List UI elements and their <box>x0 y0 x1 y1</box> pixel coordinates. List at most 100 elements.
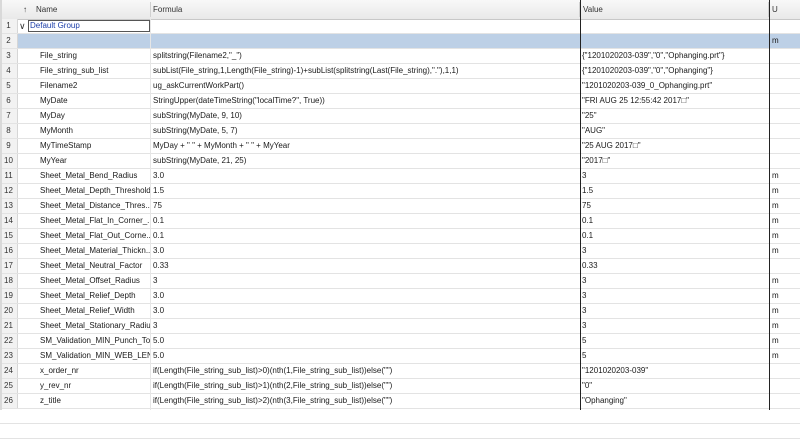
expression-name[interactable]: Sheet_Metal_Offset_Radius <box>40 274 150 289</box>
expression-formula[interactable]: subList(File_string,1,Length(File_string… <box>153 64 579 79</box>
expression-name[interactable]: MyDate <box>40 94 150 109</box>
expression-name[interactable]: File_string <box>40 49 150 64</box>
column-header-value[interactable]: Value <box>583 0 603 19</box>
expression-value: 3 <box>582 246 587 255</box>
expression-name[interactable]: Sheet_Metal_Stationary_Radius <box>40 319 150 334</box>
expression-formula[interactable]: 3.0 <box>153 244 579 259</box>
table-row[interactable]: 19 Sheet_Metal_Relief_Depth 3.0 3 m <box>0 289 800 304</box>
expression-unit <box>772 139 800 154</box>
expression-value: {"1201020203-039","0","Ophanging"} <box>582 66 713 75</box>
expression-name[interactable]: Sheet_Metal_Bend_Radius <box>40 169 150 184</box>
expression-formula[interactable]: 0.1 <box>153 214 579 229</box>
expression-name[interactable]: Sheet_Metal_Flat_Out_Corne... <box>40 229 150 244</box>
table-row[interactable]: 18 Sheet_Metal_Offset_Radius 3 3 m <box>0 274 800 289</box>
expression-formula[interactable]: 3.0 <box>153 304 579 319</box>
table-row[interactable]: 8 MyMonth subString(MyDate, 5, 7) "AUG" <box>0 124 800 139</box>
table-row[interactable]: 7 MyDay subString(MyDate, 9, 10) "25" <box>0 109 800 124</box>
expression-formula[interactable]: 75 <box>153 199 579 214</box>
column-divider[interactable] <box>150 2 151 17</box>
expression-name[interactable]: SM_Validation_MIN_Punch_To... <box>40 334 150 349</box>
expression-formula[interactable]: if(Length(File_string_sub_list)>2)(nth(3… <box>153 394 579 409</box>
table-row[interactable]: 3 File_string splitstring(Filename2,"_") {"… <box>0 49 800 64</box>
expression-value: 3 <box>582 321 587 330</box>
empty-row <box>0 424 800 439</box>
column-header-unit[interactable]: U <box>772 0 778 19</box>
expression-name[interactable]: x_order_nr <box>40 364 150 379</box>
table-row[interactable]: 17 Sheet_Metal_Neutral_Factor 0.33 0.33 <box>0 259 800 274</box>
table-row[interactable]: 15 Sheet_Metal_Flat_Out_Corne... 0.1 0.1 m <box>0 229 800 244</box>
table-row[interactable]: 6 MyDate StringUpper(dateTimeString("local… <box>0 94 800 109</box>
expression-formula[interactable]: if(Length(File_string_sub_list)>0)(nth(1… <box>153 364 579 379</box>
expression-unit: m <box>772 171 779 180</box>
expression-name[interactable]: MyYear <box>40 154 150 169</box>
expression-formula[interactable]: subString(MyDate, 21, 25) <box>153 154 579 169</box>
table-row[interactable]: 13 Sheet_Metal_Distance_Thres... 75 75 m <box>0 199 800 214</box>
expression-name[interactable] <box>40 34 150 49</box>
expression-name[interactable]: Sheet_Metal_Relief_Depth <box>40 289 150 304</box>
expression-name[interactable]: MyMonth <box>40 124 150 139</box>
expression-formula[interactable]: 1.5 <box>153 184 579 199</box>
expression-value: 0.1 <box>582 231 594 240</box>
expression-name[interactable]: SM_Validation_MIN_WEB_LEN... <box>40 349 150 364</box>
table-row[interactable]: 2m <box>0 34 800 49</box>
column-header-formula[interactable]: Formula <box>153 0 182 19</box>
expression-name[interactable]: Sheet_Metal_Distance_Thres... <box>40 199 150 214</box>
expression-name[interactable]: Sheet_Metal_Flat_In_Corner_... <box>40 214 150 229</box>
row-number: 12 <box>0 184 18 198</box>
expression-name[interactable]: z_title <box>40 394 150 409</box>
table-row[interactable]: 21 Sheet_Metal_Stationary_Radius 3 3 m <box>0 319 800 334</box>
sort-ascending-icon[interactable]: ↑ <box>23 0 27 19</box>
expression-formula[interactable]: 0.1 <box>153 229 579 244</box>
expression-unit: m <box>772 291 779 300</box>
row-number: 10 <box>0 154 18 168</box>
table-row[interactable]: 22 SM_Validation_MIN_Punch_To... 5.0 5 m <box>0 334 800 349</box>
table-row[interactable]: 23 SM_Validation_MIN_WEB_LEN... 5.0 5 m <box>0 349 800 364</box>
expression-name[interactable]: MyDay <box>40 109 150 124</box>
expression-formula[interactable]: StringUpper(dateTimeString("localTime?",… <box>153 94 579 109</box>
expression-formula[interactable]: MyDay + " " + MyMonth + " " + MyYear <box>153 139 579 154</box>
expression-name[interactable]: Filename2 <box>40 79 150 94</box>
expression-name[interactable]: Sheet_Metal_Relief_Width <box>40 304 150 319</box>
group-row[interactable]: 1 ∨ Default Group <box>0 19 800 34</box>
group-label[interactable]: Default Group <box>30 19 150 34</box>
expression-formula[interactable]: splitstring(Filename2,"_") <box>153 49 579 64</box>
table-row[interactable]: 5 Filename2 ug_askCurrentWorkPart() "120102… <box>0 79 800 94</box>
expression-formula[interactable]: ug_askCurrentWorkPart() <box>153 79 579 94</box>
table-row[interactable]: 10 MyYear subString(MyDate, 21, 25) "2017□" <box>0 154 800 169</box>
expression-formula[interactable]: 3.0 <box>153 169 579 184</box>
table-row[interactable]: 16 Sheet_Metal_Material_Thickn... 3.0 3 m <box>0 244 800 259</box>
expression-value <box>582 34 768 49</box>
expression-name[interactable]: File_string_sub_list <box>40 64 150 79</box>
expression-formula[interactable]: subString(MyDate, 5, 7) <box>153 124 579 139</box>
expression-formula[interactable] <box>153 34 579 49</box>
expression-formula[interactable]: 3.0 <box>153 289 579 304</box>
table-row[interactable]: 4 File_string_sub_list subList(File_string… <box>0 64 800 79</box>
table-row[interactable]: 26 z_title if(Length(File_string_sub_list)… <box>0 394 800 409</box>
table-row[interactable]: 11 Sheet_Metal_Bend_Radius 3.0 3 m <box>0 169 800 184</box>
expression-formula[interactable]: 3 <box>153 319 579 334</box>
expression-name[interactable]: Sheet_Metal_Depth_Threshold <box>40 184 150 199</box>
expression-unit <box>772 79 800 94</box>
expression-formula[interactable]: if(Length(File_string_sub_list)>1)(nth(2… <box>153 379 579 394</box>
expression-name[interactable]: Sheet_Metal_Neutral_Factor <box>40 259 150 274</box>
expression-name[interactable]: Sheet_Metal_Material_Thickn... <box>40 244 150 259</box>
expression-name[interactable]: MyTimeStamp <box>40 139 150 154</box>
expression-formula[interactable]: 0.33 <box>153 259 579 274</box>
row-number: 15 <box>0 229 18 243</box>
expression-formula[interactable]: 5.0 <box>153 349 579 364</box>
expression-value: 0.1 <box>582 216 594 225</box>
expression-unit: m <box>772 36 779 45</box>
table-row[interactable]: 14 Sheet_Metal_Flat_In_Corner_... 0.1 0.1 m <box>0 214 800 229</box>
table-row[interactable]: 12 Sheet_Metal_Depth_Threshold 1.5 1.5 m <box>0 184 800 199</box>
table-row[interactable]: 20 Sheet_Metal_Relief_Width 3.0 3 m <box>0 304 800 319</box>
table-row[interactable]: 9 MyTimeStamp MyDay + " " + MyMonth + " " … <box>0 139 800 154</box>
table-row[interactable]: 24 x_order_nr if(Length(File_string_sub_li… <box>0 364 800 379</box>
expression-value: "FRI AUG 25 12:55:42 2017□" <box>582 96 690 105</box>
table-row[interactable]: 25 y_rev_nr if(Length(File_string_sub_list… <box>0 379 800 394</box>
expression-formula[interactable]: subString(MyDate, 9, 10) <box>153 109 579 124</box>
expression-value: 3 <box>582 291 587 300</box>
expression-formula[interactable]: 3 <box>153 274 579 289</box>
expression-name[interactable]: y_rev_nr <box>40 379 150 394</box>
column-header-name[interactable]: Name <box>36 0 57 19</box>
expression-formula[interactable]: 5.0 <box>153 334 579 349</box>
